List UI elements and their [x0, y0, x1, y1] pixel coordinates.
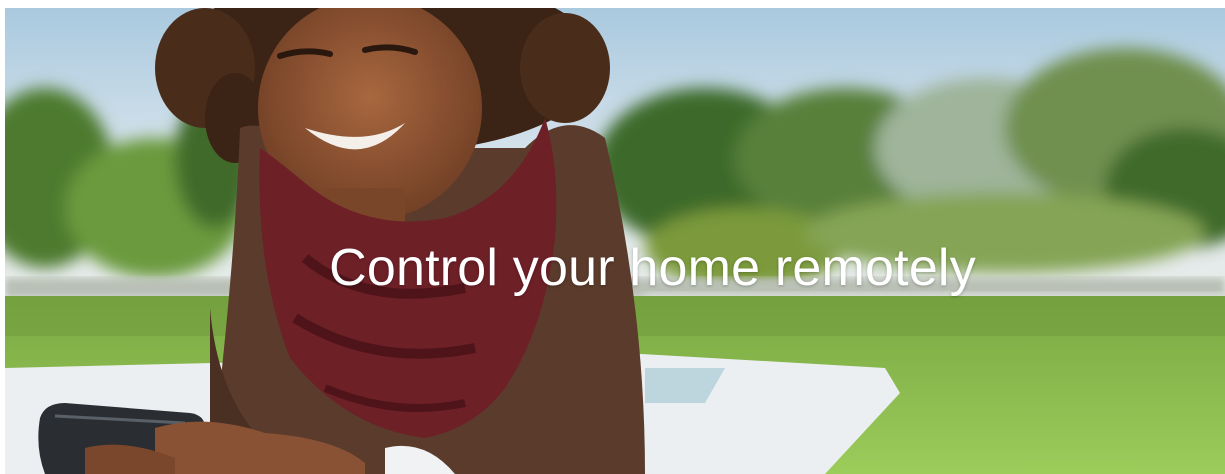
hero-banner: Control your home remotely	[5, 8, 1225, 474]
hero-headline: Control your home remotely	[329, 239, 976, 297]
